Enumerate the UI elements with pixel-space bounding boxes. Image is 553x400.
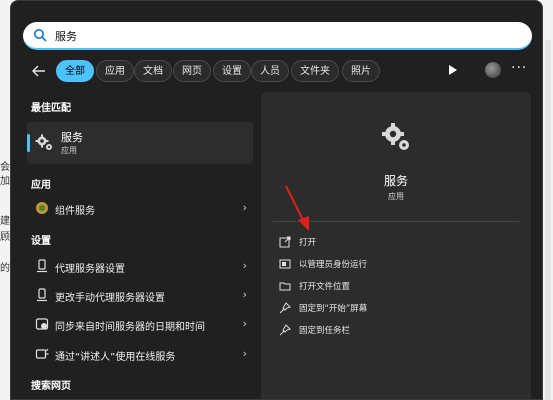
settings-item-label: 同步来自时间服务器的日期和时间 — [55, 322, 205, 333]
action-label: 固定到“开始”屏幕 — [299, 304, 368, 314]
action-label: 以管理员身份运行 — [299, 260, 368, 270]
filter-bar: 全部 应用 文档 网页 设置 人员 文件夹 照片 ··· — [29, 58, 539, 84]
pin-icon — [279, 324, 291, 336]
action-open-file-location[interactable]: 打开文件位置 — [279, 278, 509, 296]
best-match-title: 服务 — [61, 131, 83, 144]
selection-indicator — [27, 134, 30, 152]
action-pin-to-start[interactable]: 固定到“开始”屏幕 — [279, 300, 509, 318]
search-box[interactable] — [23, 22, 532, 50]
chevron-right-icon: › — [242, 288, 247, 301]
chevron-right-icon: › — [242, 347, 247, 360]
settings-item-label: 更改手动代理服务器设置 — [55, 293, 165, 304]
services-gears-icon — [35, 134, 52, 150]
open-external-icon — [279, 236, 291, 248]
background-scrollbar — [545, 40, 551, 400]
section-web-search: 搜索网页 — [31, 381, 71, 392]
section-apps: 应用 — [31, 180, 51, 191]
more-options-icon[interactable]: ··· — [511, 60, 527, 76]
filter-chip-web[interactable]: 网页 — [173, 60, 211, 82]
search-input[interactable] — [53, 25, 517, 47]
avatar[interactable] — [485, 62, 501, 78]
pin-icon — [279, 302, 291, 314]
app-item-label: 组件服务 — [55, 206, 95, 217]
proxy-settings-icon — [37, 259, 47, 273]
settings-item-narrator[interactable]: 通过“讲述人”使用在线服务 › — [27, 342, 253, 368]
best-match-subtitle: 应用 — [61, 146, 77, 155]
back-arrow-icon[interactable] — [29, 60, 49, 82]
settings-item-label: 通过“讲述人”使用在线服务 — [55, 352, 176, 363]
filter-chip-folders[interactable]: 文件夹 — [291, 60, 339, 82]
action-run-as-admin[interactable]: 以管理员身份运行 — [279, 256, 509, 274]
background-text: 顾 — [0, 232, 10, 243]
action-label: 固定到任务栏 — [299, 326, 351, 336]
background-window-right — [543, 0, 553, 400]
filter-chip-all[interactable]: 全部 — [56, 60, 94, 82]
settings-item-manual-proxy[interactable]: 更改手动代理服务器设置 › — [27, 283, 253, 309]
settings-item-label: 代理服务器设置 — [55, 264, 125, 275]
chevron-right-icon: › — [242, 317, 247, 330]
background-text: 会 — [0, 162, 10, 173]
more-filters-play-icon[interactable] — [449, 65, 457, 75]
filter-chip-documents[interactable]: 文档 — [134, 60, 172, 82]
background-text: 建 — [0, 216, 10, 227]
settings-item-proxy[interactable]: 代理服务器设置 › — [27, 254, 253, 280]
settings-item-time-sync[interactable]: 同步来自时间服务器的日期和时间 › — [27, 312, 253, 338]
search-icon — [34, 29, 47, 42]
filter-chip-photos[interactable]: 照片 — [342, 60, 380, 82]
search-panel: 全部 应用 文档 网页 设置 人员 文件夹 照片 ··· 最佳匹配 服务 应用 … — [10, 0, 543, 400]
section-settings: 设置 — [31, 236, 51, 247]
time-sync-icon — [35, 318, 49, 330]
chevron-right-icon: › — [242, 259, 247, 272]
action-label: 打开文件位置 — [299, 282, 351, 292]
action-pin-to-taskbar[interactable]: 固定到任务栏 — [279, 322, 509, 340]
component-services-icon — [36, 202, 48, 214]
red-annotation-arrow — [285, 185, 309, 231]
action-open[interactable]: 打开 — [279, 234, 509, 252]
narrator-icon — [35, 348, 49, 359]
filter-chip-apps[interactable]: 应用 — [96, 60, 134, 82]
proxy-settings-icon — [37, 288, 47, 302]
detail-pane: 服务 应用 打开 以管理员身份运行 打开文件位置 固定到“开始”屏幕 固定到任务… — [261, 92, 531, 399]
services-gears-icon — [382, 123, 409, 150]
section-best-match: 最佳匹配 — [31, 103, 71, 114]
chevron-right-icon: › — [242, 201, 247, 214]
best-match-item[interactable]: 服务 应用 — [27, 122, 253, 164]
app-item-component-services[interactable]: 组件服务 › — [27, 196, 253, 222]
action-label: 打开 — [299, 238, 317, 248]
shield-icon — [279, 259, 291, 269]
filter-chip-settings[interactable]: 设置 — [213, 60, 251, 82]
filter-chip-people[interactable]: 人员 — [251, 60, 289, 82]
background-text: 加 — [0, 176, 10, 187]
folder-icon — [279, 282, 291, 291]
background-text: 的 — [0, 263, 10, 274]
